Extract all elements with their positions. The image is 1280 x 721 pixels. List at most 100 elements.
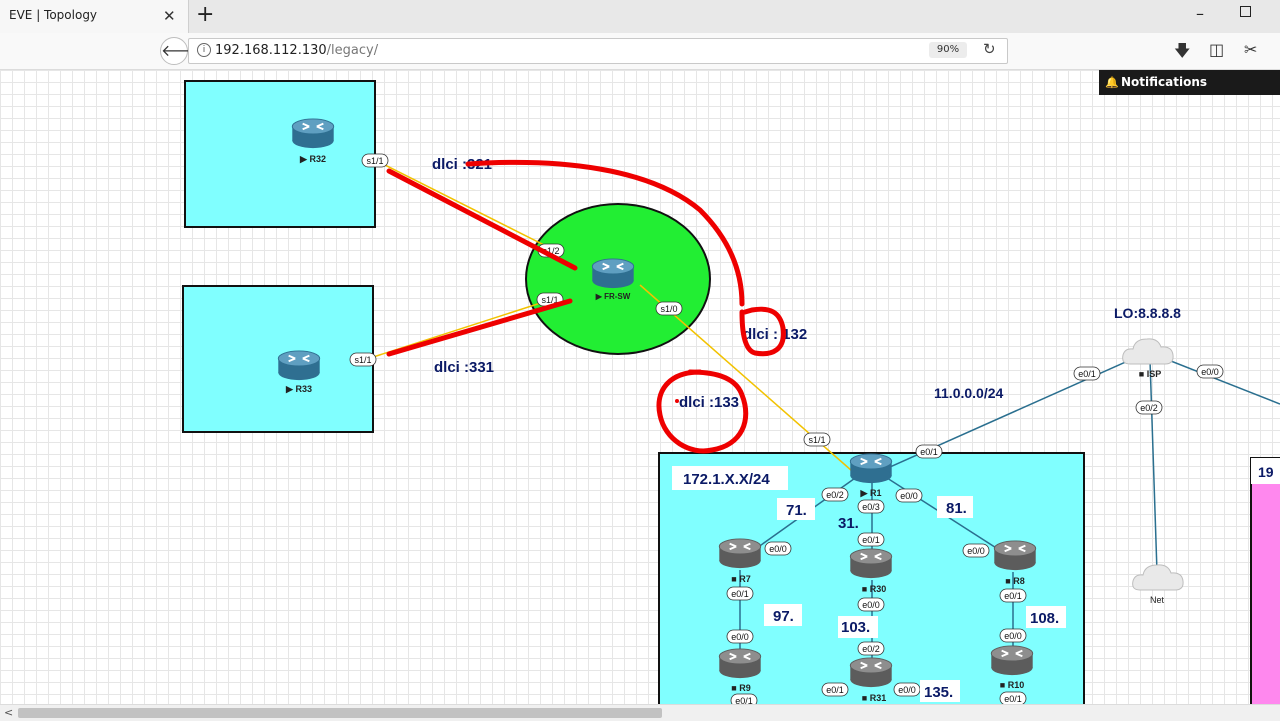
port-r7-e0-1[interactable]: e0/1 xyxy=(726,586,754,601)
router-r32-icon[interactable] xyxy=(291,118,335,150)
topology-canvas[interactable]: ▶ R32 ▶ R33 ▶ FR-SW ▶ R1 ■ R7 ■ R30 ■ R8… xyxy=(0,70,1280,704)
port-r1-e0-0[interactable]: e0/0 xyxy=(895,488,923,503)
port-r7-e0-0[interactable]: e0/0 xyxy=(764,541,792,556)
label-dlci-133: dlci :133 xyxy=(679,394,739,411)
port-frsw-s1-0[interactable]: s1/0 xyxy=(655,301,683,316)
port-r9-e0-1[interactable]: e0/1 xyxy=(730,693,758,704)
port-r1-e0-1[interactable]: e0/1 xyxy=(915,444,943,459)
port-isp-e0-1[interactable]: e0/1 xyxy=(1073,366,1101,381)
tab-close-icon[interactable]: ✕ xyxy=(163,7,176,25)
url-text[interactable]: 192.168.112.130/legacy/ xyxy=(215,43,378,58)
node-label-r32[interactable]: ▶ R32 xyxy=(299,154,326,164)
reload-icon[interactable]: ↻ xyxy=(983,40,996,58)
port-r9-e0-0[interactable]: e0/0 xyxy=(726,629,754,644)
svg-text:s1/1: s1/1 xyxy=(808,435,825,445)
port-r32-s1-1[interactable]: s1/1 xyxy=(361,153,389,168)
port-r31-e0-2[interactable]: e0/2 xyxy=(857,641,885,656)
label-octet-97: 97. xyxy=(773,608,794,625)
router-r31-icon[interactable] xyxy=(849,657,893,689)
svg-text:s1/1: s1/1 xyxy=(354,355,371,365)
node-label-r31[interactable]: ■ R31 xyxy=(862,693,886,703)
router-r8-icon[interactable] xyxy=(993,540,1037,572)
router-r30-icon[interactable] xyxy=(849,548,893,580)
router-frsw-icon[interactable] xyxy=(591,258,635,290)
url-host: 192.168.112.130 xyxy=(215,43,327,58)
svg-text:e0/2: e0/2 xyxy=(1140,403,1158,413)
bell-icon: 🔔 xyxy=(1105,76,1119,89)
svg-text:e0/1: e0/1 xyxy=(735,696,753,704)
horizontal-scrollbar[interactable]: < xyxy=(0,704,1280,721)
notifications-bar[interactable]: 🔔 Notifications xyxy=(1099,70,1280,95)
port-r10-e0-0[interactable]: e0/0 xyxy=(999,628,1027,643)
label-loopback: LO:8.8.8.8 xyxy=(1114,305,1181,321)
node-label-r8[interactable]: ■ R8 xyxy=(1005,576,1024,586)
port-r1-s1-1[interactable]: s1/1 xyxy=(803,432,831,447)
label-dlci-331: dlci :331 xyxy=(434,359,494,376)
port-r31-e0-0[interactable]: e0/0 xyxy=(893,682,921,697)
port-r8-e0-0[interactable]: e0/0 xyxy=(962,543,990,558)
topology-svg: ▶ R32 ▶ R33 ▶ FR-SW ▶ R1 ■ R7 ■ R30 ■ R8… xyxy=(182,80,1280,704)
label-octet-31: 31. xyxy=(838,515,859,532)
annotation-dot xyxy=(675,399,679,403)
router-r9-icon[interactable] xyxy=(718,648,762,680)
navigation-bar: 🡐 i 192.168.112.130/legacy/ 90% ↻ 🡇 ◫ ✂ xyxy=(0,33,1280,70)
svg-text:s1/0: s1/0 xyxy=(660,304,677,314)
svg-text:e0/1: e0/1 xyxy=(731,589,749,599)
annotation-arrow-r33 xyxy=(386,298,573,357)
link-r32-frsw xyxy=(374,159,557,252)
svg-text:e0/0: e0/0 xyxy=(967,546,985,556)
node-label-r10[interactable]: ■ R10 xyxy=(1000,680,1024,690)
port-r1-e0-2[interactable]: e0/2 xyxy=(821,487,849,502)
svg-text:e0/1: e0/1 xyxy=(862,535,880,545)
address-bar[interactable]: i 192.168.112.130/legacy/ 90% ↻ xyxy=(188,38,1008,64)
port-r30-e0-0[interactable]: e0/0 xyxy=(857,597,885,612)
download-icon[interactable]: 🡇 xyxy=(1174,40,1190,67)
svg-text:e0/0: e0/0 xyxy=(900,491,918,501)
node-label-r30[interactable]: ■ R30 xyxy=(862,584,886,594)
svg-text:e0/1: e0/1 xyxy=(826,685,844,695)
restore-window-icon[interactable] xyxy=(1240,6,1251,17)
port-r10-e0-1[interactable]: e0/1 xyxy=(999,691,1027,704)
router-r10-icon[interactable] xyxy=(990,645,1034,677)
port-isp-e0-0[interactable]: e0/0 xyxy=(1196,364,1224,379)
port-r33-s1-1[interactable]: s1/1 xyxy=(349,352,377,367)
site-info-icon[interactable]: i xyxy=(197,43,211,57)
port-r31-e0-1[interactable]: e0/1 xyxy=(821,682,849,697)
cloud-net-icon[interactable] xyxy=(1132,564,1184,591)
port-r1-e0-3[interactable]: e0/3 xyxy=(857,499,885,514)
router-r7-icon[interactable] xyxy=(718,538,762,570)
node-label-isp[interactable]: ■ ISP xyxy=(1139,369,1161,379)
node-label-net[interactable]: Net xyxy=(1150,595,1165,605)
node-label-r33[interactable]: ▶ R33 xyxy=(285,384,312,394)
node-label-r9[interactable]: ■ R9 xyxy=(731,683,750,693)
router-r33-icon[interactable] xyxy=(277,350,321,382)
label-net-11: 11.0.0.0/24 xyxy=(934,385,1004,401)
tab-title: EVE | Topology xyxy=(9,8,98,22)
port-r30-e0-1[interactable]: e0/1 xyxy=(857,532,885,547)
screenshot-icon[interactable]: ✂ xyxy=(1244,40,1257,59)
svg-text:e0/0: e0/0 xyxy=(1201,367,1219,377)
router-r1-icon[interactable] xyxy=(849,453,893,485)
port-isp-e0-2[interactable]: e0/2 xyxy=(1135,400,1163,415)
scrollbar-thumb[interactable] xyxy=(18,708,662,718)
scroll-left-icon[interactable]: < xyxy=(4,706,13,719)
svg-text:e0/1: e0/1 xyxy=(1004,694,1022,704)
annotation-circle-133 xyxy=(656,369,749,454)
port-r8-e0-1[interactable]: e0/1 xyxy=(999,588,1027,603)
minimize-icon[interactable]: – xyxy=(1196,4,1204,23)
node-label-r1[interactable]: ▶ R1 xyxy=(860,488,882,498)
svg-text:e0/0: e0/0 xyxy=(862,600,880,610)
label-net-172: 172.1.X.X/24 xyxy=(683,471,770,488)
annotation-arrow-r32 xyxy=(386,168,578,271)
new-tab-button[interactable]: + xyxy=(196,3,214,27)
node-label-r7[interactable]: ■ R7 xyxy=(731,574,750,584)
zoom-level-badge[interactable]: 90% xyxy=(929,42,967,58)
svg-text:e0/2: e0/2 xyxy=(826,490,844,500)
cloud-isp-icon[interactable] xyxy=(1122,338,1174,365)
svg-text:e0/1: e0/1 xyxy=(1078,369,1096,379)
node-label-frsw[interactable]: ▶ FR-SW xyxy=(595,292,631,301)
back-button[interactable]: 🡐 xyxy=(160,37,204,65)
library-icon[interactable]: ◫ xyxy=(1209,40,1224,59)
label-dlci-132: dlci : 132 xyxy=(743,326,807,343)
browser-tab[interactable]: EVE | Topology ✕ xyxy=(0,0,189,33)
